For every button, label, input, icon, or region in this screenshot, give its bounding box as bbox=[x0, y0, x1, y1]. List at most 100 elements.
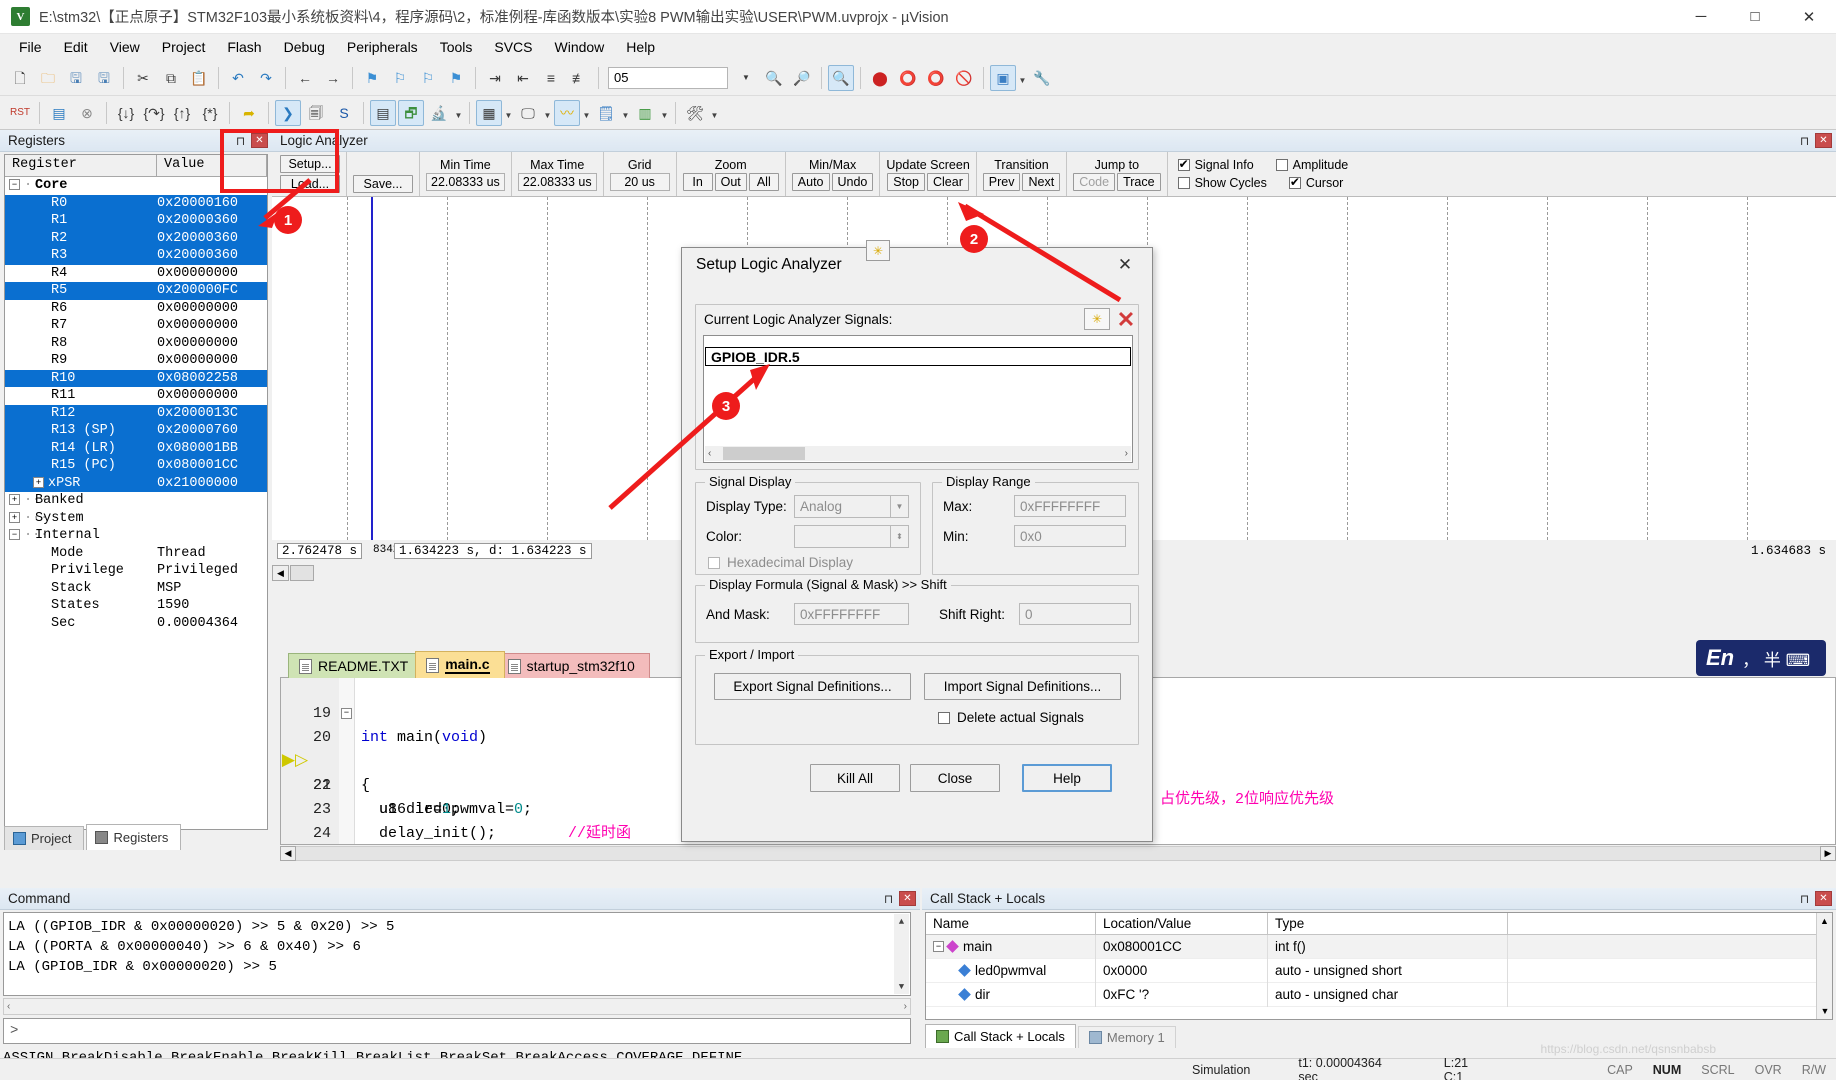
configure-icon[interactable]: 🔧 bbox=[1029, 65, 1055, 91]
comment-icon[interactable]: ≡ bbox=[538, 65, 564, 91]
register-group-core[interactable]: − ··· Core bbox=[5, 177, 267, 195]
setup-button[interactable]: Setup... bbox=[280, 155, 340, 173]
disassembly-window-icon[interactable]: 🗐 bbox=[303, 100, 329, 126]
menu-peripherals[interactable]: Peripherals bbox=[336, 36, 429, 58]
editor-hscrollbar[interactable]: ◀ ▶ bbox=[280, 845, 1836, 862]
find-in-files-icon[interactable]: 🔎 bbox=[789, 65, 815, 91]
step-out-icon[interactable]: {↑} bbox=[169, 100, 195, 126]
menu-project[interactable]: Project bbox=[151, 36, 217, 58]
table-row[interactable]: − main 0x080001CC int f() bbox=[926, 934, 1832, 959]
table-row[interactable]: Sec 0.00004364 bbox=[5, 615, 267, 633]
system-viewer-caret-icon[interactable]: ▼ bbox=[659, 100, 670, 126]
menu-help[interactable]: Help bbox=[615, 36, 666, 58]
table-row[interactable]: R6 0x00000000 bbox=[5, 300, 267, 318]
menu-svcs[interactable]: SVCS bbox=[483, 36, 543, 58]
chevron-down-icon[interactable]: ▼ bbox=[733, 65, 759, 91]
tab-project[interactable]: Project bbox=[4, 826, 85, 850]
setup-logic-analyzer-dialog[interactable]: Setup Logic Analyzer ✕ Current Logic Ana… bbox=[681, 247, 1153, 842]
scroll-down-icon[interactable]: ▼ bbox=[894, 979, 909, 994]
menu-tools[interactable]: Tools bbox=[429, 36, 484, 58]
close-icon[interactable]: ✕ bbox=[251, 133, 268, 148]
scroll-down-icon[interactable]: ▼ bbox=[1817, 1003, 1832, 1019]
export-signal-definitions-button[interactable]: Export Signal Definitions... bbox=[714, 673, 911, 700]
show-cycles-checkbox[interactable]: Show Cycles bbox=[1177, 176, 1267, 190]
dialog-close-button[interactable]: ✕ bbox=[1104, 250, 1146, 280]
table-row[interactable]: + xPSR 0x21000000 bbox=[5, 474, 267, 492]
signal-item[interactable]: GPIOB_IDR.5 bbox=[705, 347, 1131, 366]
table-row[interactable]: Privilege Privileged bbox=[5, 562, 267, 580]
register-group-banked[interactable]: + ··· Banked bbox=[5, 492, 267, 510]
table-row[interactable]: dir 0xFC '? auto - unsigned char bbox=[926, 982, 1832, 1007]
indent-icon[interactable]: ⇥ bbox=[482, 65, 508, 91]
call-stack-window-icon[interactable]: 🗗 bbox=[398, 99, 424, 126]
table-row[interactable]: R12 0x2000013C bbox=[5, 404, 267, 422]
insert-bookmark-icon[interactable]: ⚑ bbox=[359, 65, 385, 91]
scroll-right-icon[interactable]: › bbox=[1125, 448, 1128, 459]
open-folder-icon[interactable]: 🗀 bbox=[35, 65, 61, 91]
register-group-system[interactable]: + ··· System bbox=[5, 510, 267, 528]
system-viewer-icon[interactable]: ▥ bbox=[632, 100, 658, 126]
amplitude-checkbox[interactable]: Amplitude bbox=[1275, 158, 1348, 172]
magnify-icon[interactable]: 🔍 bbox=[828, 64, 854, 91]
scroll-up-icon[interactable]: ▲ bbox=[894, 914, 909, 929]
expander-icon[interactable]: − bbox=[9, 529, 20, 541]
pin-icon[interactable]: ⊓ bbox=[881, 891, 896, 906]
max-time-value[interactable]: 22.08333 us bbox=[517, 172, 597, 191]
scroll-right-icon[interactable]: ▶ bbox=[1820, 846, 1836, 861]
callstack-table[interactable]: Name Location/Value Type − main 0x080001… bbox=[925, 912, 1833, 1020]
cursor-checkbox[interactable]: Cursor bbox=[1288, 175, 1343, 190]
navigate-back-icon[interactable]: ← bbox=[292, 65, 318, 91]
registers-window-icon[interactable]: ▤ bbox=[370, 99, 396, 126]
bookmark-clear-icon[interactable]: ⚑ bbox=[443, 65, 469, 91]
checkbox-icon[interactable] bbox=[1275, 159, 1288, 171]
color-select[interactable]: ⬍ bbox=[794, 525, 909, 548]
cut-icon[interactable]: ✂ bbox=[130, 65, 156, 91]
scroll-left-icon[interactable]: ‹ bbox=[708, 448, 711, 459]
breakpoint-disable-icon[interactable]: ⭕ bbox=[895, 65, 921, 91]
navigate-forward-icon[interactable]: → bbox=[320, 65, 346, 91]
tab-readme-txt[interactable]: README.TXT bbox=[288, 653, 424, 678]
update-clear-button[interactable]: Clear bbox=[927, 172, 969, 191]
table-row[interactable]: R8 0x00000000 bbox=[5, 335, 267, 353]
pin-icon[interactable]: ⊓ bbox=[233, 133, 248, 148]
transition-next-button[interactable]: Next bbox=[1022, 172, 1061, 191]
checkbox-icon[interactable] bbox=[1177, 157, 1190, 171]
table-row[interactable]: R1 0x20000360 bbox=[5, 212, 267, 230]
uncomment-icon[interactable]: ≢ bbox=[566, 65, 592, 91]
analysis-window-icon[interactable]: 〰 bbox=[554, 99, 580, 126]
close-icon[interactable]: ✕ bbox=[1815, 133, 1832, 148]
find-icon[interactable]: 🔍 bbox=[761, 65, 787, 91]
scroll-left-icon[interactable]: ◀ bbox=[280, 846, 296, 861]
close-button[interactable]: ✕ bbox=[1782, 0, 1836, 34]
new-signal-icon[interactable]: ✳ bbox=[1084, 308, 1110, 330]
waveform-cursor[interactable] bbox=[371, 197, 373, 540]
shift-right-field[interactable]: 0 bbox=[1019, 603, 1131, 625]
scroll-left-icon[interactable]: ◀ bbox=[272, 565, 289, 581]
minmax-auto-button[interactable]: Auto bbox=[791, 172, 830, 191]
table-row[interactable]: R11 0x00000000 bbox=[5, 387, 267, 405]
table-row[interactable]: States 1590 bbox=[5, 597, 267, 615]
minimize-button[interactable]: ─ bbox=[1674, 0, 1728, 34]
and-mask-field[interactable]: 0xFFFFFFFF bbox=[794, 603, 909, 625]
command-window-icon[interactable]: ❯ bbox=[275, 99, 301, 126]
delete-actual-signals-checkbox[interactable]: Delete actual Signals bbox=[938, 710, 1084, 725]
zoom-out-button[interactable]: Out bbox=[714, 172, 747, 191]
display-type-select[interactable]: Analog ▼ bbox=[794, 495, 909, 518]
table-row[interactable]: R7 0x00000000 bbox=[5, 317, 267, 335]
expander-icon[interactable]: + bbox=[9, 511, 20, 523]
tab-startup-stm32f10[interactable]: startup_stm32f10 bbox=[496, 653, 650, 678]
stop-icon[interactable]: ⊗ bbox=[74, 100, 100, 126]
expander-icon[interactable]: + bbox=[9, 494, 20, 506]
copy-icon[interactable]: ⧉ bbox=[158, 65, 184, 91]
scroll-left-icon[interactable]: ‹ bbox=[7, 1001, 10, 1012]
trace-caret-icon[interactable]: ▼ bbox=[620, 100, 631, 126]
close-icon[interactable]: ✕ bbox=[899, 891, 916, 906]
table-row[interactable]: Mode Thread bbox=[5, 545, 267, 563]
symbols-window-icon[interactable]: S bbox=[331, 100, 357, 126]
jump-to-trace-button[interactable]: Trace bbox=[1117, 172, 1161, 191]
toolbox-icon[interactable]: 🛠 bbox=[682, 100, 708, 126]
signal-list[interactable]: GPIOB_IDR.5 ‹ › bbox=[703, 335, 1133, 463]
save-all-icon[interactable]: 🖫 bbox=[91, 65, 117, 91]
grid-value[interactable]: 20 us bbox=[609, 172, 670, 191]
tab-main-c[interactable]: main.c bbox=[415, 651, 505, 678]
